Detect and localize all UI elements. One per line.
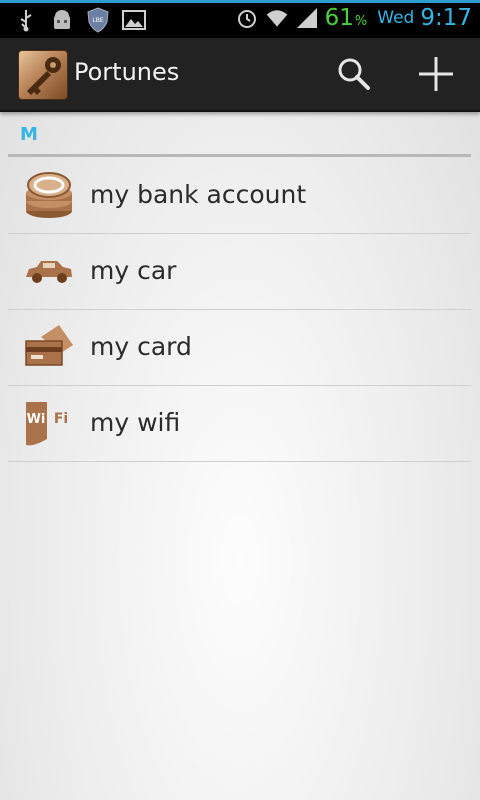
add-button[interactable] (414, 52, 458, 96)
coins-icon (23, 171, 75, 221)
signal-icon (295, 5, 319, 31)
android-debug-icon (50, 7, 74, 33)
app-key-icon[interactable] (18, 50, 68, 100)
usb-icon (14, 7, 38, 33)
list-item-label: my wifi (90, 408, 181, 437)
list-item[interactable]: my card (8, 310, 471, 386)
svg-text:Wi: Wi (27, 412, 46, 427)
add-icon (419, 57, 453, 91)
list-item[interactable]: my bank account (8, 158, 471, 234)
action-bar: Portunes (0, 38, 480, 112)
wifi-icon (265, 5, 289, 31)
wifi-logo-icon: Wi Fi (23, 399, 75, 449)
svg-text:LBE: LBE (92, 17, 103, 24)
list-item-label: my bank account (90, 180, 307, 209)
list-item[interactable]: my car (8, 234, 471, 310)
list-item-label: my card (90, 332, 192, 361)
alarm-icon (235, 5, 259, 31)
search-button[interactable] (332, 52, 376, 96)
shield-icon: LBE (86, 7, 110, 33)
section-header-label: M (20, 124, 38, 145)
app-title: Portunes (74, 58, 180, 86)
status-day: Wed (377, 8, 415, 28)
status-bar: LBE 61% Wed 9:17 (0, 0, 480, 38)
battery-level: 61% (324, 5, 368, 31)
search-icon (338, 58, 370, 90)
image-icon (122, 7, 146, 33)
svg-text:Fi: Fi (54, 411, 68, 427)
list-item-label: my car (90, 256, 177, 285)
credit-card-icon (23, 323, 75, 373)
section-header: M (8, 112, 471, 157)
list-item[interactable]: Wi Fi my wifi (8, 386, 471, 462)
car-icon (23, 247, 75, 297)
status-clock: 9:17 (420, 5, 472, 31)
entries-list: my bank account my car my card Wi Fi my … (8, 158, 471, 462)
